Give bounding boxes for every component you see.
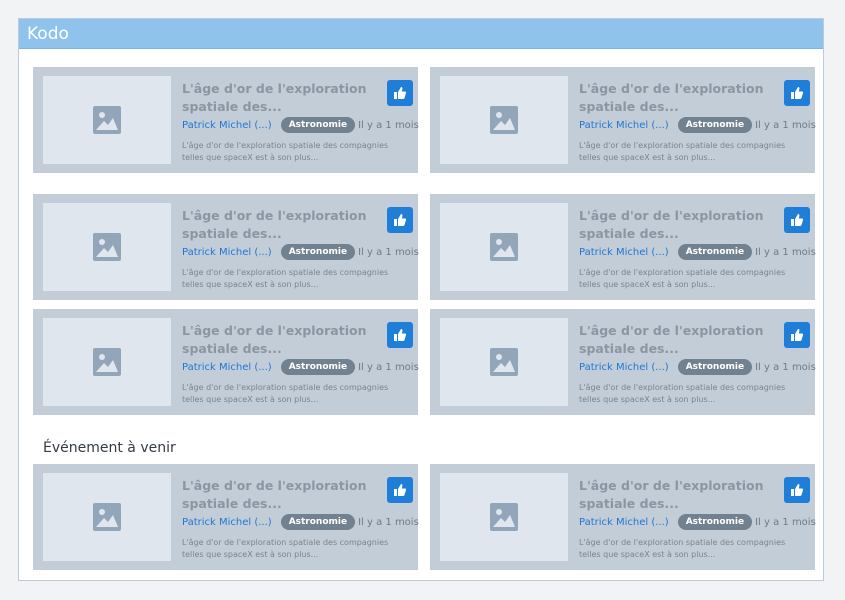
category-badge[interactable]: Astronomie bbox=[280, 359, 356, 375]
image-placeholder-icon bbox=[43, 203, 171, 291]
author-link[interactable]: Patrick Michel (...) bbox=[182, 517, 272, 528]
thumbs-up-icon[interactable] bbox=[784, 322, 810, 348]
author-link[interactable]: Patrick Michel (...) bbox=[182, 362, 272, 373]
card-description: L'âge d'or de l'exploration spatiale des… bbox=[182, 383, 389, 404]
event-card[interactable]: L'âge d'or de l'exploration spatiale des… bbox=[33, 464, 419, 570]
timestamp: Il y a 1 mois bbox=[358, 119, 419, 131]
header-bar: Kodo bbox=[19, 19, 823, 49]
thumbs-up-icon[interactable] bbox=[784, 207, 810, 233]
category-badge[interactable]: Astronomie bbox=[677, 117, 753, 133]
card-meta: Patrick Michel (...) Astronomie Il y a 1… bbox=[182, 244, 419, 260]
category-badge[interactable]: Astronomie bbox=[280, 244, 356, 260]
category-badge[interactable]: Astronomie bbox=[677, 244, 753, 260]
image-placeholder-icon bbox=[43, 318, 171, 406]
author-link[interactable]: Patrick Michel (...) bbox=[182, 247, 272, 258]
event-card[interactable]: L'âge d'or de l'exploration spatiale des… bbox=[33, 309, 419, 415]
event-card[interactable]: L'âge d'or de l'exploration spatiale des… bbox=[33, 194, 419, 300]
thumbs-up-icon[interactable] bbox=[784, 80, 810, 106]
card-title[interactable]: L'âge d'or de l'exploration spatiale des… bbox=[579, 80, 779, 116]
timestamp: Il y a 1 mois bbox=[358, 246, 419, 258]
thumbs-up-icon[interactable] bbox=[387, 207, 413, 233]
card-title[interactable]: L'âge d'or de l'exploration spatiale des… bbox=[182, 207, 382, 243]
author-link[interactable]: Patrick Michel (...) bbox=[579, 247, 669, 258]
image-placeholder-icon bbox=[43, 473, 171, 561]
category-badge[interactable]: Astronomie bbox=[677, 359, 753, 375]
card-title[interactable]: L'âge d'or de l'exploration spatiale des… bbox=[579, 477, 779, 513]
thumbs-up-icon[interactable] bbox=[387, 322, 413, 348]
event-card[interactable]: L'âge d'or de l'exploration spatiale des… bbox=[430, 67, 816, 173]
image-placeholder-icon bbox=[440, 76, 568, 164]
card-meta: Patrick Michel (...) Astronomie Il y a 1… bbox=[579, 117, 816, 133]
card-description: L'âge d'or de l'exploration spatiale des… bbox=[579, 141, 786, 162]
card-description: L'âge d'or de l'exploration spatiale des… bbox=[182, 141, 389, 162]
card-description: L'âge d'or de l'exploration spatiale des… bbox=[182, 268, 389, 289]
author-link[interactable]: Patrick Michel (...) bbox=[579, 517, 669, 528]
thumbs-up-icon[interactable] bbox=[784, 477, 810, 503]
event-card[interactable]: L'âge d'or de l'exploration spatiale des… bbox=[430, 464, 816, 570]
card-description: L'âge d'or de l'exploration spatiale des… bbox=[182, 538, 389, 559]
author-link[interactable]: Patrick Michel (...) bbox=[182, 120, 272, 131]
author-link[interactable]: Patrick Michel (...) bbox=[579, 362, 669, 373]
card-meta: Patrick Michel (...) Astronomie Il y a 1… bbox=[579, 359, 816, 375]
timestamp: Il y a 1 mois bbox=[755, 246, 816, 258]
timestamp: Il y a 1 mois bbox=[358, 361, 419, 373]
card-title[interactable]: L'âge d'or de l'exploration spatiale des… bbox=[182, 477, 382, 513]
thumbs-up-icon[interactable] bbox=[387, 477, 413, 503]
timestamp: Il y a 1 mois bbox=[755, 119, 816, 131]
app-window: Kodo L'âge d'or de l'exploration spatial… bbox=[18, 18, 824, 581]
event-card[interactable]: L'âge d'or de l'exploration spatiale des… bbox=[430, 309, 816, 415]
timestamp: Il y a 1 mois bbox=[755, 516, 816, 528]
card-title[interactable]: L'âge d'or de l'exploration spatiale des… bbox=[579, 207, 779, 243]
image-placeholder-icon bbox=[440, 203, 568, 291]
image-placeholder-icon bbox=[43, 76, 171, 164]
card-title[interactable]: L'âge d'or de l'exploration spatiale des… bbox=[182, 80, 382, 116]
card-meta: Patrick Michel (...) Astronomie Il y a 1… bbox=[579, 244, 816, 260]
card-meta: Patrick Michel (...) Astronomie Il y a 1… bbox=[182, 117, 419, 133]
category-badge[interactable]: Astronomie bbox=[280, 117, 356, 133]
image-placeholder-icon bbox=[440, 318, 568, 406]
image-placeholder-icon bbox=[440, 473, 568, 561]
timestamp: Il y a 1 mois bbox=[358, 516, 419, 528]
category-badge[interactable]: Astronomie bbox=[280, 514, 356, 530]
card-title[interactable]: L'âge d'or de l'exploration spatiale des… bbox=[182, 322, 382, 358]
app-title: Kodo bbox=[27, 23, 69, 44]
card-description: L'âge d'or de l'exploration spatiale des… bbox=[579, 538, 786, 559]
thumbs-up-icon[interactable] bbox=[387, 80, 413, 106]
card-description: L'âge d'or de l'exploration spatiale des… bbox=[579, 268, 786, 289]
card-title[interactable]: L'âge d'or de l'exploration spatiale des… bbox=[579, 322, 779, 358]
event-card[interactable]: L'âge d'or de l'exploration spatiale des… bbox=[33, 67, 419, 173]
author-link[interactable]: Patrick Michel (...) bbox=[579, 120, 669, 131]
card-meta: Patrick Michel (...) Astronomie Il y a 1… bbox=[579, 514, 816, 530]
card-meta: Patrick Michel (...) Astronomie Il y a 1… bbox=[182, 514, 419, 530]
event-card[interactable]: L'âge d'or de l'exploration spatiale des… bbox=[430, 194, 816, 300]
timestamp: Il y a 1 mois bbox=[755, 361, 816, 373]
card-description: L'âge d'or de l'exploration spatiale des… bbox=[579, 383, 786, 404]
category-badge[interactable]: Astronomie bbox=[677, 514, 753, 530]
upcoming-events-heading: Événement à venir bbox=[43, 440, 176, 456]
card-meta: Patrick Michel (...) Astronomie Il y a 1… bbox=[182, 359, 419, 375]
